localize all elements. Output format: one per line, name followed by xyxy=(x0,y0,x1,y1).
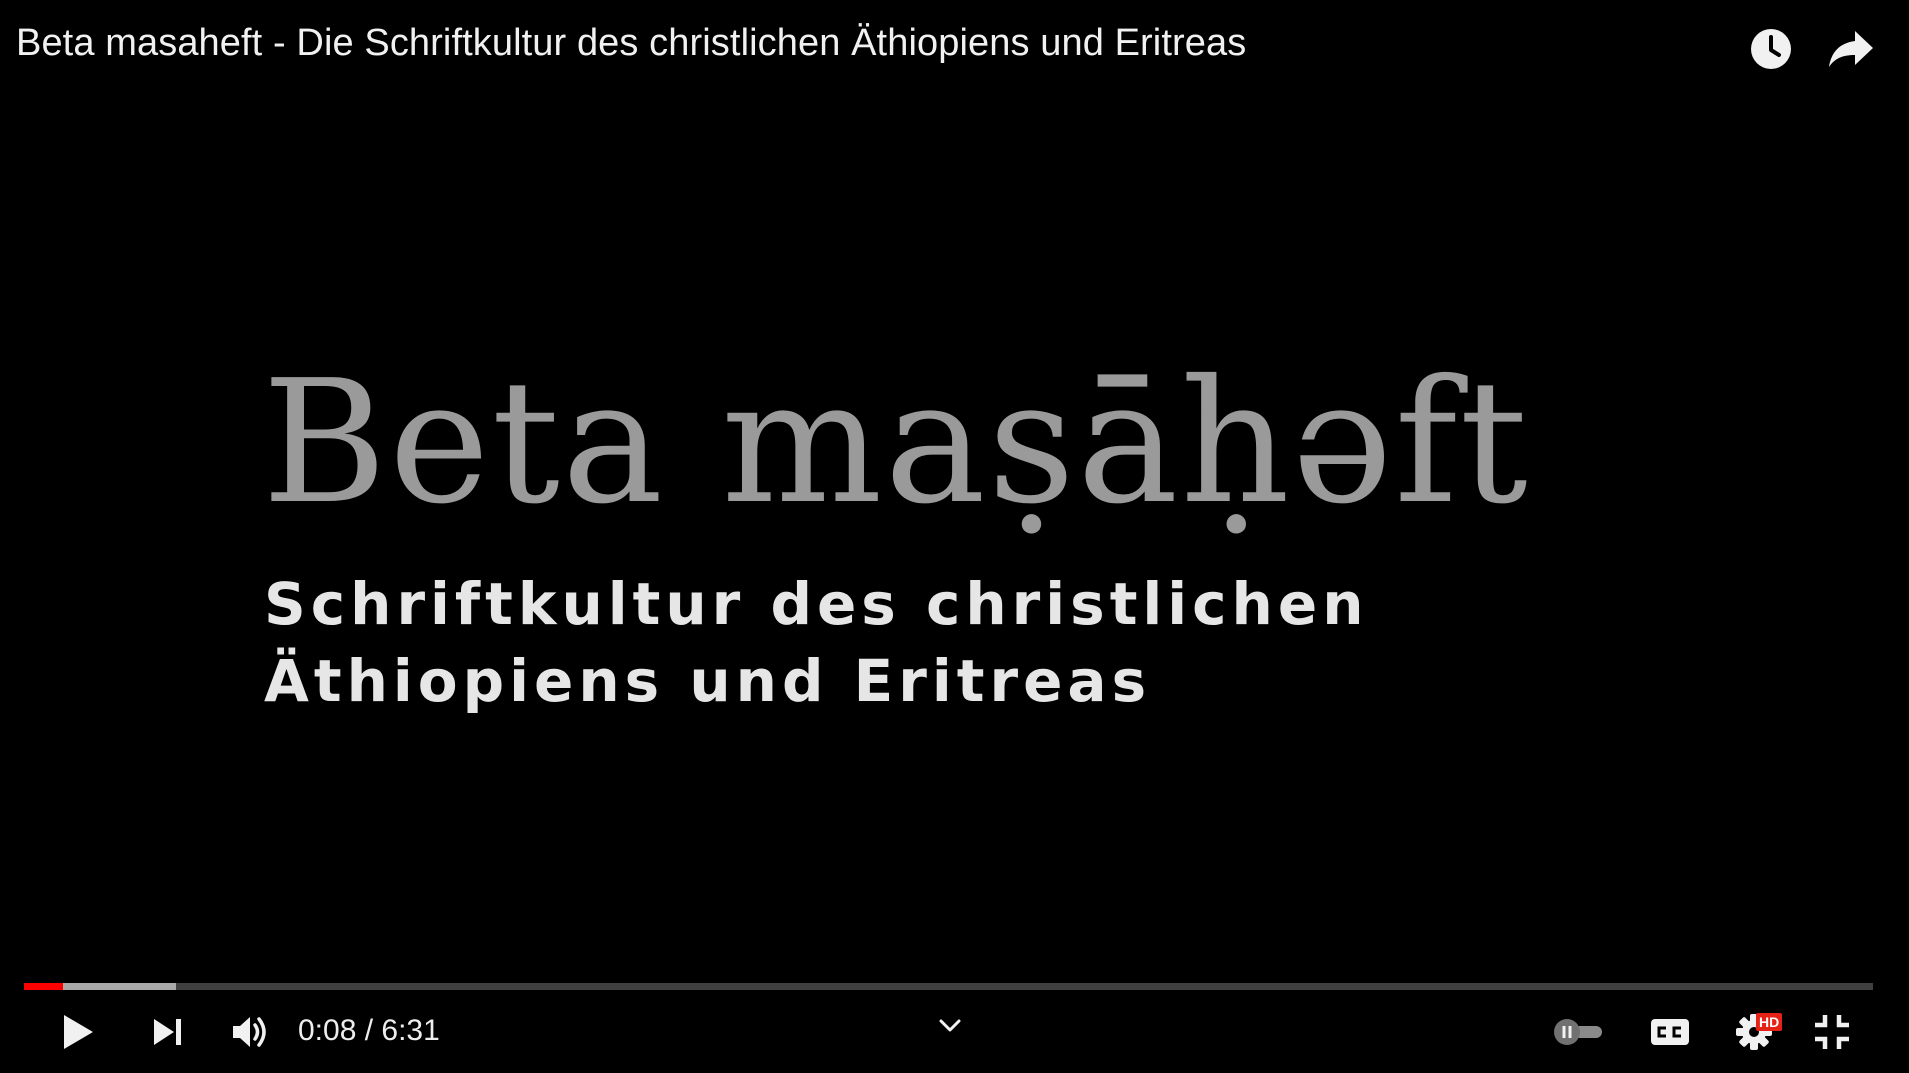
share-arrow-icon xyxy=(1829,31,1873,67)
next-icon xyxy=(154,1019,181,1045)
exit-fullscreen-button[interactable] xyxy=(1804,1007,1860,1057)
time-display: 0:08 / 6:31 xyxy=(298,1014,440,1047)
exit-fullscreen-icon xyxy=(1815,1015,1849,1049)
video-subtitle-line2: Äthiopiens und Eritreas xyxy=(264,647,1152,715)
volume-button[interactable] xyxy=(220,1007,280,1057)
video-logo-title: Beta maṣāḥəft xyxy=(262,344,1530,542)
progress-bar[interactable] xyxy=(24,983,1873,990)
play-icon xyxy=(64,1015,93,1049)
clock-icon xyxy=(1751,29,1791,69)
chevron-down-icon xyxy=(939,1019,961,1032)
video-title[interactable]: Beta masaheft - Die Schriftkultur des ch… xyxy=(16,22,1246,65)
share-button[interactable] xyxy=(1822,20,1880,78)
watch-later-button[interactable] xyxy=(1742,20,1800,78)
progress-played xyxy=(24,983,63,990)
expand-chevron-button[interactable] xyxy=(930,1006,970,1046)
hd-badge: HD xyxy=(1756,1013,1783,1031)
autoplay-toggle-icon xyxy=(1554,1019,1602,1045)
play-button[interactable] xyxy=(50,1007,106,1057)
next-video-button[interactable] xyxy=(140,1007,196,1057)
cc-icon xyxy=(1651,1019,1689,1045)
video-subtitle-line1: Schriftkultur des christlichen xyxy=(264,570,1369,638)
autoplay-toggle[interactable] xyxy=(1548,1007,1608,1057)
video-player[interactable]: Beta maṣāḥəft Schriftkultur des christli… xyxy=(0,0,1909,1073)
settings-button[interactable]: HD xyxy=(1722,1007,1786,1057)
volume-icon xyxy=(233,1017,266,1047)
subtitles-button[interactable] xyxy=(1640,1007,1700,1057)
